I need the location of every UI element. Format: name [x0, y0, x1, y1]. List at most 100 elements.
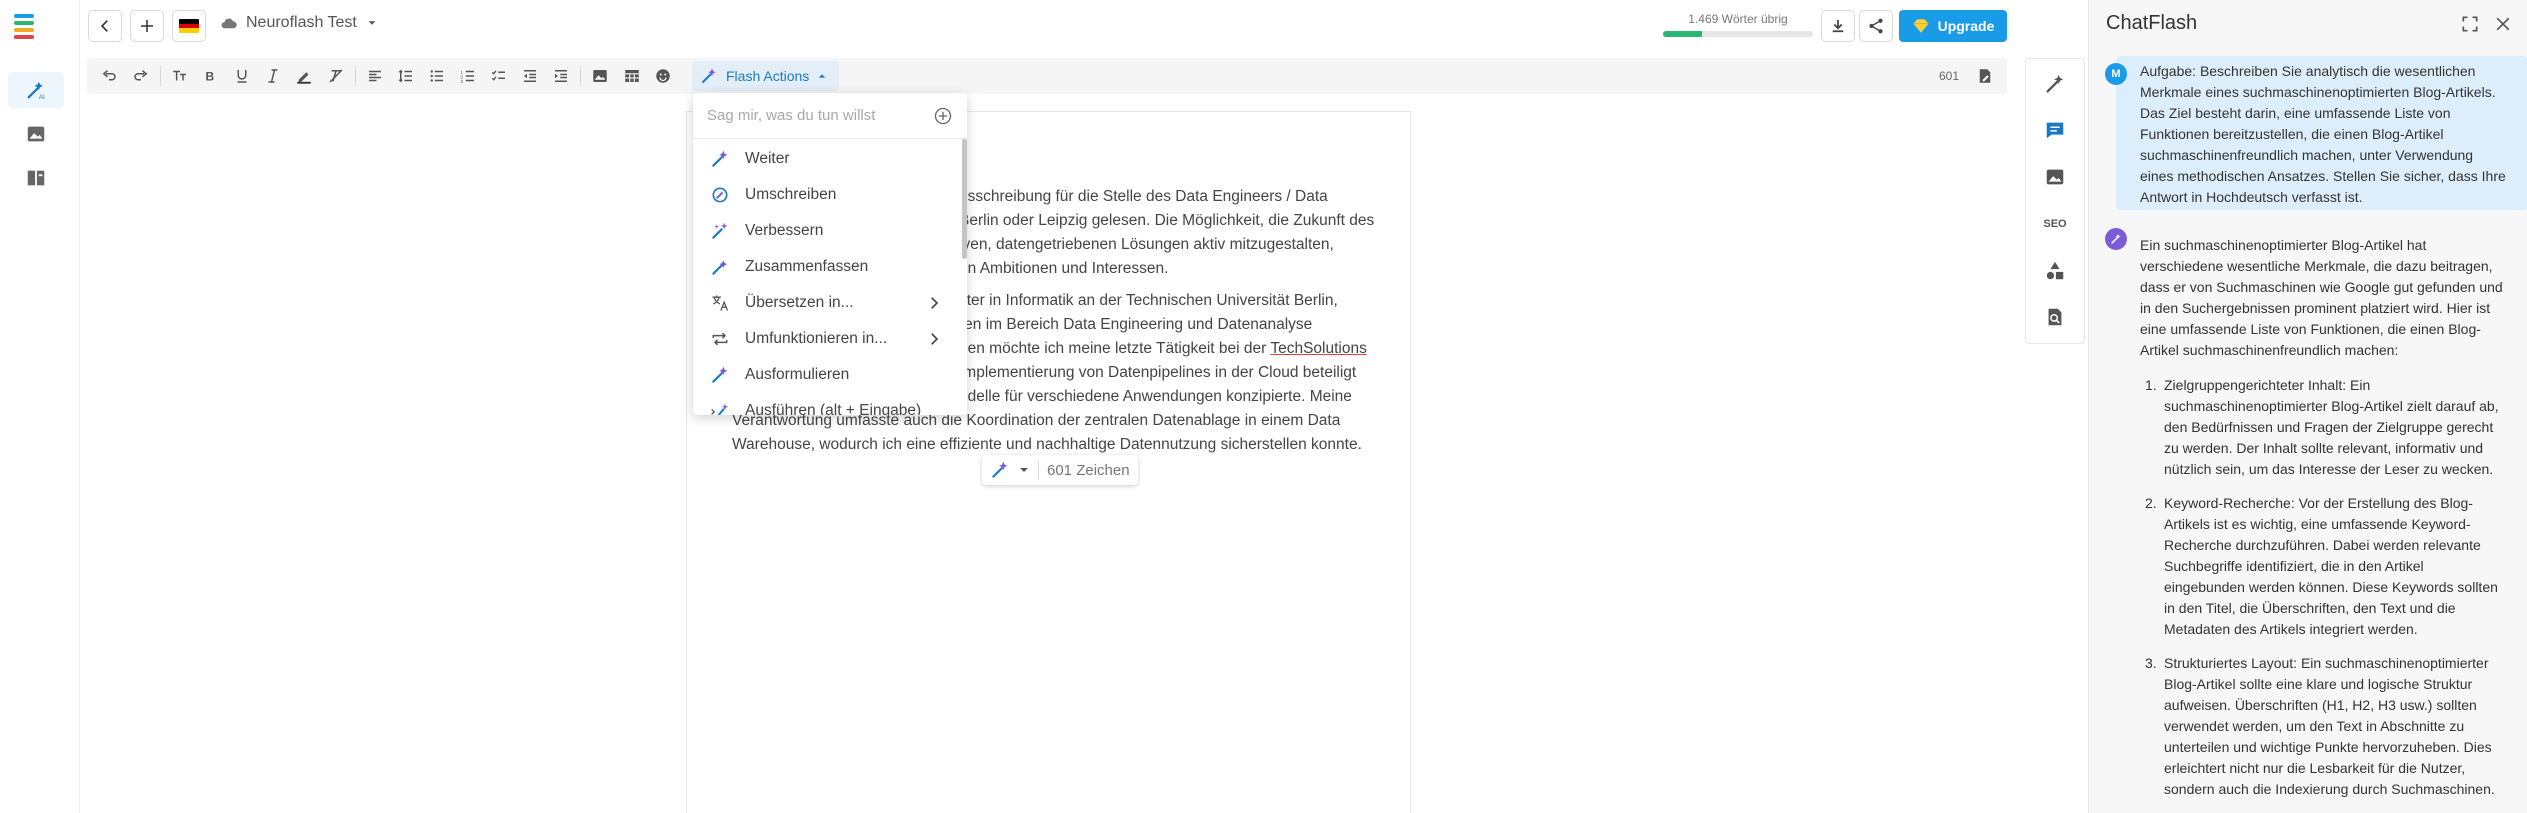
rail-item-brand[interactable]	[8, 160, 64, 196]
text-size-icon	[173, 70, 186, 81]
share-icon	[1869, 18, 1883, 34]
flash-actions-label: Flash Actions	[726, 68, 810, 84]
user-message-line: suchmaschinenfreundlich machen, unter Ve…	[2140, 147, 2474, 163]
indent-button[interactable]	[549, 64, 573, 88]
reply-point-line: erleichtert nicht nur die Lesbarkeit für…	[2164, 760, 2466, 776]
back-button[interactable]	[88, 10, 122, 42]
expand-icon[interactable]	[2460, 14, 2480, 34]
redo-icon	[134, 70, 148, 81]
add-circle-icon[interactable]	[933, 106, 953, 126]
reply-line: eine umfassende Liste von Funktionen, di…	[2140, 321, 2481, 337]
german-flag-icon	[179, 19, 199, 33]
list-number: 1.	[2145, 377, 2157, 393]
chevron-left-icon	[100, 20, 108, 32]
undo-button[interactable]	[97, 64, 121, 88]
insert-image-button[interactable]	[588, 64, 612, 88]
new-document-button[interactable]	[130, 10, 164, 42]
command-input[interactable]: Sag mir, was du tun willst	[693, 93, 967, 139]
reply-point-line: zu werden. Der Inhalt sollte relevant, i…	[2164, 440, 2484, 456]
user-message-line: Aufgabe: Beschreiben Sie analytisch die …	[2140, 63, 2476, 79]
flash-wand-icon[interactable]	[990, 460, 1010, 480]
tool-chat[interactable]	[2040, 115, 2070, 145]
undo-icon	[102, 70, 116, 81]
diamond-icon	[1913, 19, 1929, 33]
clear-format-icon	[329, 69, 343, 83]
edit-mode-button[interactable]	[1973, 64, 1997, 88]
chevron-right-icon	[931, 333, 939, 345]
clear-format-button[interactable]	[324, 64, 348, 88]
highlight-button[interactable]	[292, 64, 316, 88]
checklist-button[interactable]	[487, 64, 511, 88]
menu-item-ausformulieren[interactable]: Ausformulieren	[693, 357, 967, 393]
line-height-button[interactable]	[394, 64, 418, 88]
numbered-list-icon: 123	[461, 70, 474, 84]
ai-writer-icon: AI	[27, 81, 45, 101]
svg-text:AI: AI	[39, 94, 45, 101]
expand-wand-icon	[712, 366, 728, 383]
words-remaining-fill	[1663, 31, 1702, 37]
translate-icon	[712, 295, 729, 311]
outdent-button[interactable]	[518, 64, 542, 88]
close-icon[interactable]	[2493, 14, 2513, 34]
menu-item-uebersetzen[interactable]: Übersetzen in...	[693, 285, 967, 321]
flash-icon	[2111, 234, 2121, 244]
words-remaining: 1.469 Wörter übrig	[1663, 12, 1813, 37]
edit-doc-icon	[1979, 69, 1991, 83]
reply-line: in den Suchergebnissen prominent platzie…	[2140, 300, 2491, 316]
download-button[interactable]	[1821, 10, 1855, 42]
bullet-list-button[interactable]	[425, 64, 449, 88]
flash-actions-button[interactable]: Flash Actions	[692, 61, 840, 91]
menu-item-label: Umfunktionieren in...	[745, 330, 888, 347]
book-icon	[27, 170, 45, 186]
bold-button[interactable]: B	[198, 64, 222, 88]
tool-images[interactable]	[2040, 162, 2070, 192]
sparkle-wand-icon	[712, 222, 728, 239]
insert-table-button[interactable]	[620, 64, 644, 88]
reply-point-line: suchmaschinenoptimierter Blog-Artikel zi…	[2164, 398, 2499, 414]
menu-item-ausfuehren[interactable]: Ausführen (alt + Eingabe)	[693, 393, 967, 415]
doc-line-4: en Ambitionen und Interessen.	[959, 260, 1169, 277]
reply-line: verschiedene wesentliche Merkmale, die d…	[2140, 258, 2493, 274]
tool-plagiarism[interactable]	[2040, 302, 2070, 332]
share-button[interactable]	[1859, 10, 1893, 42]
outdent-icon	[524, 70, 536, 82]
table-icon	[625, 70, 639, 82]
tool-seo[interactable]: SEO	[2040, 209, 2070, 239]
menu-item-verbessern[interactable]: Verbessern	[693, 213, 967, 249]
user-message-line: Das Ziel besteht darin, eine umfassende …	[2140, 105, 2451, 121]
menu-item-weiter[interactable]: Weiter	[693, 141, 967, 177]
document-name[interactable]: Neuroflash Test	[220, 14, 379, 32]
numbered-list-button[interactable]: 123	[456, 64, 480, 88]
language-button[interactable]	[172, 10, 206, 42]
upgrade-button[interactable]: Upgrade	[1899, 10, 2007, 42]
download-icon	[1832, 20, 1844, 33]
menu-item-label: Weiter	[745, 150, 790, 167]
underline-button[interactable]	[230, 64, 254, 88]
char-count-pill[interactable]: 601 Zeichen	[982, 455, 1138, 485]
plus-icon	[141, 20, 153, 32]
top-bar: Neuroflash Test 1.469 Wörter übrig Upgra…	[80, 0, 2015, 52]
text-size-button[interactable]	[168, 64, 192, 88]
rail-item-ai-writer[interactable]: AI	[8, 72, 64, 108]
emoji-button[interactable]	[651, 64, 675, 88]
menu-item-umschreiben[interactable]: Umschreiben	[693, 177, 967, 213]
reply-point-line: in den Titel, die Überschriften, den Tex…	[2164, 600, 2456, 616]
repeat-icon	[712, 332, 728, 346]
redo-button[interactable]	[129, 64, 153, 88]
tool-flash[interactable]	[2040, 69, 2070, 99]
italic-icon	[268, 69, 278, 83]
menu-item-umfunktionieren[interactable]: Umfunktionieren in...	[693, 321, 967, 357]
reply-point-line: verwendet werden, um den Text in Abschni…	[2164, 718, 2465, 734]
caret-down-icon[interactable]	[1018, 464, 1030, 476]
flash-wand-icon	[702, 68, 716, 83]
reply-point-line: Recherche durchzuführen. Dabei werden re…	[2164, 537, 2481, 553]
menu-item-label: Ausformulieren	[745, 366, 850, 383]
shapes-icon	[2046, 261, 2064, 280]
neuroflash-logo[interactable]	[14, 14, 34, 39]
align-button[interactable]	[363, 64, 387, 88]
italic-button[interactable]	[261, 64, 285, 88]
menu-item-zusammenfassen[interactable]: Zusammenfassen	[693, 249, 967, 285]
rail-item-images[interactable]	[8, 116, 64, 152]
spellcheck-word[interactable]: TechSolutions	[1270, 340, 1367, 357]
tool-shapes[interactable]	[2040, 256, 2070, 286]
